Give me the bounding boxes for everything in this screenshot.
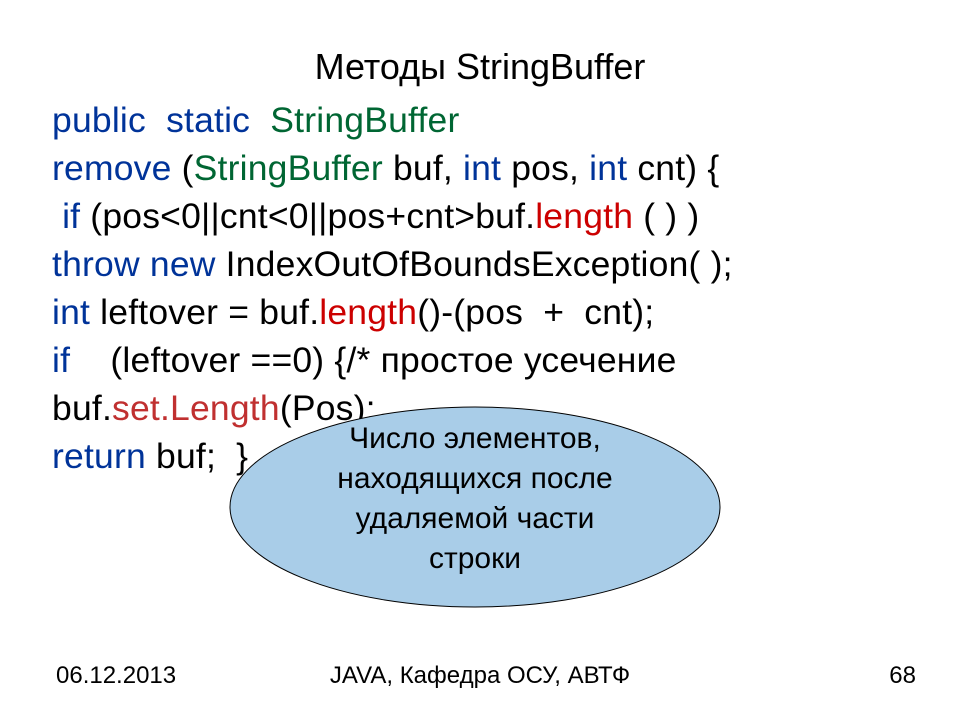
code-line-1: public static StringBuffer bbox=[52, 96, 922, 144]
code-line-4: throw new IndexOutOfBoundsException( ); bbox=[52, 240, 922, 288]
code-line-5: int leftover = buf.length()-(pos + cnt); bbox=[52, 288, 922, 336]
code-line-2: remove (StringBuffer buf, int pos, int c… bbox=[52, 144, 922, 192]
code-line-8: buf.set.Length(Pos); bbox=[52, 384, 922, 432]
code-block: public static StringBuffer remove (Strin… bbox=[52, 96, 922, 480]
slide: Методы StringBuffer public static String… bbox=[0, 0, 960, 720]
footer-center: JAVA, Кафедра ОСУ, АВТФ bbox=[0, 662, 960, 690]
slide-title: Методы StringBuffer bbox=[0, 46, 960, 88]
code-line-6: if (leftover ==0) {/* простое усечение bbox=[52, 336, 922, 384]
footer-page: 68 bbox=[889, 662, 916, 690]
code-line-3: if (pos<0||cnt<0||pos+cnt>buf.length ( )… bbox=[52, 192, 922, 240]
code-line-9: return buf; } bbox=[52, 432, 922, 480]
